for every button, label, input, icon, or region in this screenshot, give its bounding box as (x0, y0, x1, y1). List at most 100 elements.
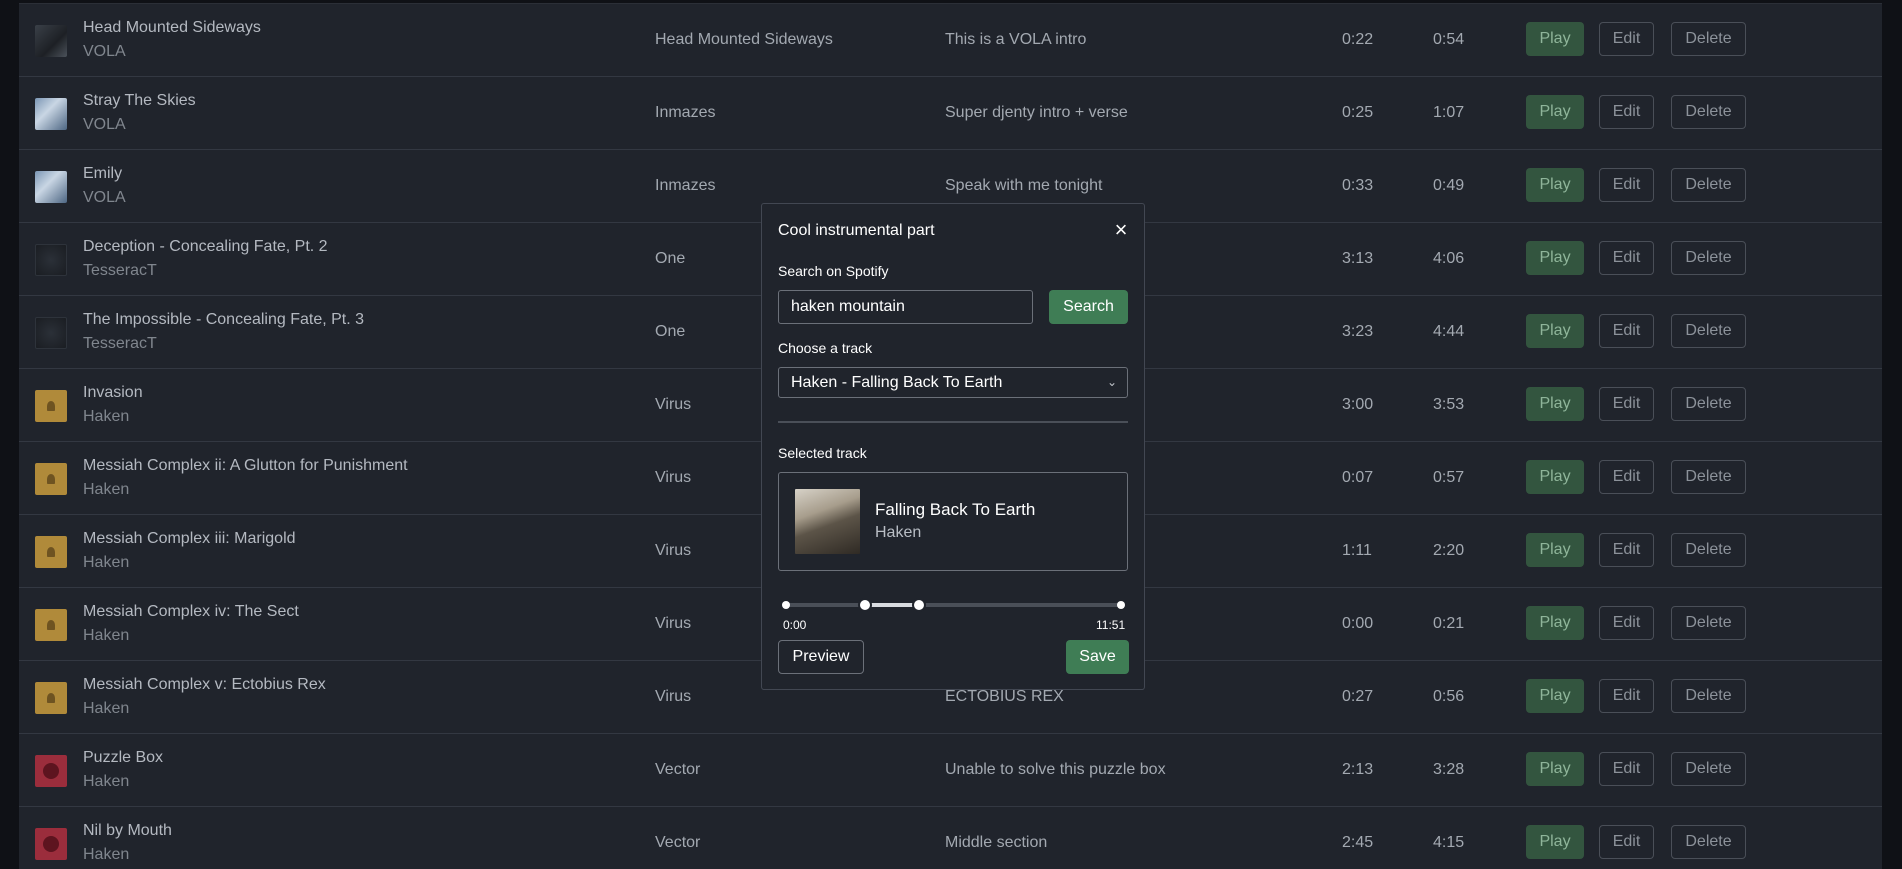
start-time: 3:00 (1342, 396, 1374, 413)
play-button[interactable]: Play (1526, 825, 1584, 859)
slider-min-dot (782, 601, 790, 609)
end-time: 0:56 (1433, 688, 1465, 705)
track-album: One (655, 250, 686, 267)
delete-button[interactable]: Delete (1671, 314, 1746, 348)
album-cover (35, 25, 67, 57)
track-artist: TesseracT (83, 262, 157, 279)
track-artist: VOLA (83, 189, 126, 206)
track-title: Puzzle Box (83, 749, 164, 766)
end-time: 0:49 (1433, 177, 1465, 194)
play-button[interactable]: Play (1526, 752, 1584, 786)
play-button[interactable]: Play (1526, 314, 1584, 348)
track-artist: Haken (83, 846, 130, 863)
selected-track-name: Falling Back To Earth (875, 500, 1036, 519)
delete-button[interactable]: Delete (1671, 533, 1746, 567)
end-time: 4:15 (1433, 834, 1465, 851)
track-album: Virus (655, 688, 692, 705)
edit-button[interactable]: Edit (1599, 314, 1654, 348)
end-time: 0:54 (1433, 31, 1465, 48)
spotify-search-input[interactable] (778, 290, 1033, 324)
edit-button[interactable]: Edit (1599, 752, 1654, 786)
track-select[interactable]: Haken - Falling Back To Earth ⌄ (778, 367, 1128, 398)
play-button[interactable]: Play (1526, 95, 1584, 129)
delete-button[interactable]: Delete (1671, 752, 1746, 786)
album-cover (35, 828, 67, 860)
album-cover (35, 171, 67, 203)
edit-button[interactable]: Edit (1599, 95, 1654, 129)
end-time: 3:53 (1433, 396, 1465, 413)
search-button[interactable]: Search (1049, 290, 1128, 324)
album-cover (35, 317, 67, 349)
start-time: 3:23 (1342, 323, 1374, 340)
end-time: 0:57 (1433, 469, 1465, 486)
delete-button[interactable]: Delete (1671, 95, 1746, 129)
track-artist: Haken (83, 773, 130, 790)
delete-button[interactable]: Delete (1671, 460, 1746, 494)
track-album: Inmazes (655, 104, 716, 121)
play-button[interactable]: Play (1526, 241, 1584, 275)
track-description: ECTOBIUS REX (945, 688, 1064, 705)
album-cover (35, 390, 67, 422)
slider-end-handle[interactable] (911, 598, 926, 612)
close-icon[interactable]: × (1111, 219, 1131, 241)
play-button[interactable]: Play (1526, 679, 1584, 713)
delete-button[interactable]: Delete (1671, 241, 1746, 275)
play-button[interactable]: Play (1526, 387, 1584, 421)
album-cover (35, 98, 67, 130)
track-title: Nil by Mouth (83, 822, 172, 839)
play-button[interactable]: Play (1526, 460, 1584, 494)
track-album: Virus (655, 615, 692, 632)
track-title: Deception - Concealing Fate, Pt. 2 (83, 238, 328, 255)
track-artist: TesseracT (83, 335, 157, 352)
edit-track-modal: Cool instrumental part × Search on Spoti… (761, 203, 1145, 690)
delete-button[interactable]: Delete (1671, 825, 1746, 859)
start-time: 0:27 (1342, 688, 1374, 705)
album-cover (35, 609, 67, 641)
slider-track (786, 603, 1121, 607)
track-title: Messiah Complex iv: The Sect (83, 603, 299, 620)
play-button[interactable]: Play (1526, 22, 1584, 56)
edit-button[interactable]: Edit (1599, 168, 1654, 202)
track-description: Unable to solve this puzzle box (945, 761, 1166, 778)
end-time: 4:06 (1433, 250, 1465, 267)
slider-selected-range (865, 603, 919, 607)
end-time: 3:28 (1433, 761, 1465, 778)
edit-button[interactable]: Edit (1599, 679, 1654, 713)
delete-button[interactable]: Delete (1671, 387, 1746, 421)
edit-button[interactable]: Edit (1599, 241, 1654, 275)
play-button[interactable]: Play (1526, 168, 1584, 202)
search-label: Search on Spotify (778, 263, 889, 279)
start-time: 0:07 (1342, 469, 1374, 486)
edit-button[interactable]: Edit (1599, 533, 1654, 567)
end-time: 4:44 (1433, 323, 1465, 340)
save-button[interactable]: Save (1066, 640, 1129, 674)
track-title: Messiah Complex v: Ectobius Rex (83, 676, 326, 693)
start-time: 3:13 (1342, 250, 1374, 267)
range-slider[interactable] (782, 598, 1125, 612)
track-artist: Haken (83, 700, 130, 717)
edit-button[interactable]: Edit (1599, 22, 1654, 56)
delete-button[interactable]: Delete (1671, 679, 1746, 713)
slider-start-handle[interactable] (858, 598, 873, 612)
selected-track-label: Selected track (778, 445, 867, 461)
track-artist: Haken (83, 408, 130, 425)
edit-button[interactable]: Edit (1599, 387, 1654, 421)
end-time: 2:20 (1433, 542, 1465, 559)
track-description: Middle section (945, 834, 1048, 851)
delete-button[interactable]: Delete (1671, 168, 1746, 202)
end-time: 0:21 (1433, 615, 1465, 632)
delete-button[interactable]: Delete (1671, 606, 1746, 640)
edit-button[interactable]: Edit (1599, 460, 1654, 494)
track-artist: VOLA (83, 43, 126, 60)
play-button[interactable]: Play (1526, 606, 1584, 640)
edit-button[interactable]: Edit (1599, 606, 1654, 640)
play-button[interactable]: Play (1526, 533, 1584, 567)
track-album: Virus (655, 396, 692, 413)
edit-button[interactable]: Edit (1599, 825, 1654, 859)
track-description: Speak with me tonight (945, 177, 1103, 194)
choose-track-label: Choose a track (778, 340, 873, 356)
preview-button[interactable]: Preview (778, 640, 864, 674)
track-title: Invasion (83, 384, 143, 401)
delete-button[interactable]: Delete (1671, 22, 1746, 56)
album-cover (35, 463, 67, 495)
